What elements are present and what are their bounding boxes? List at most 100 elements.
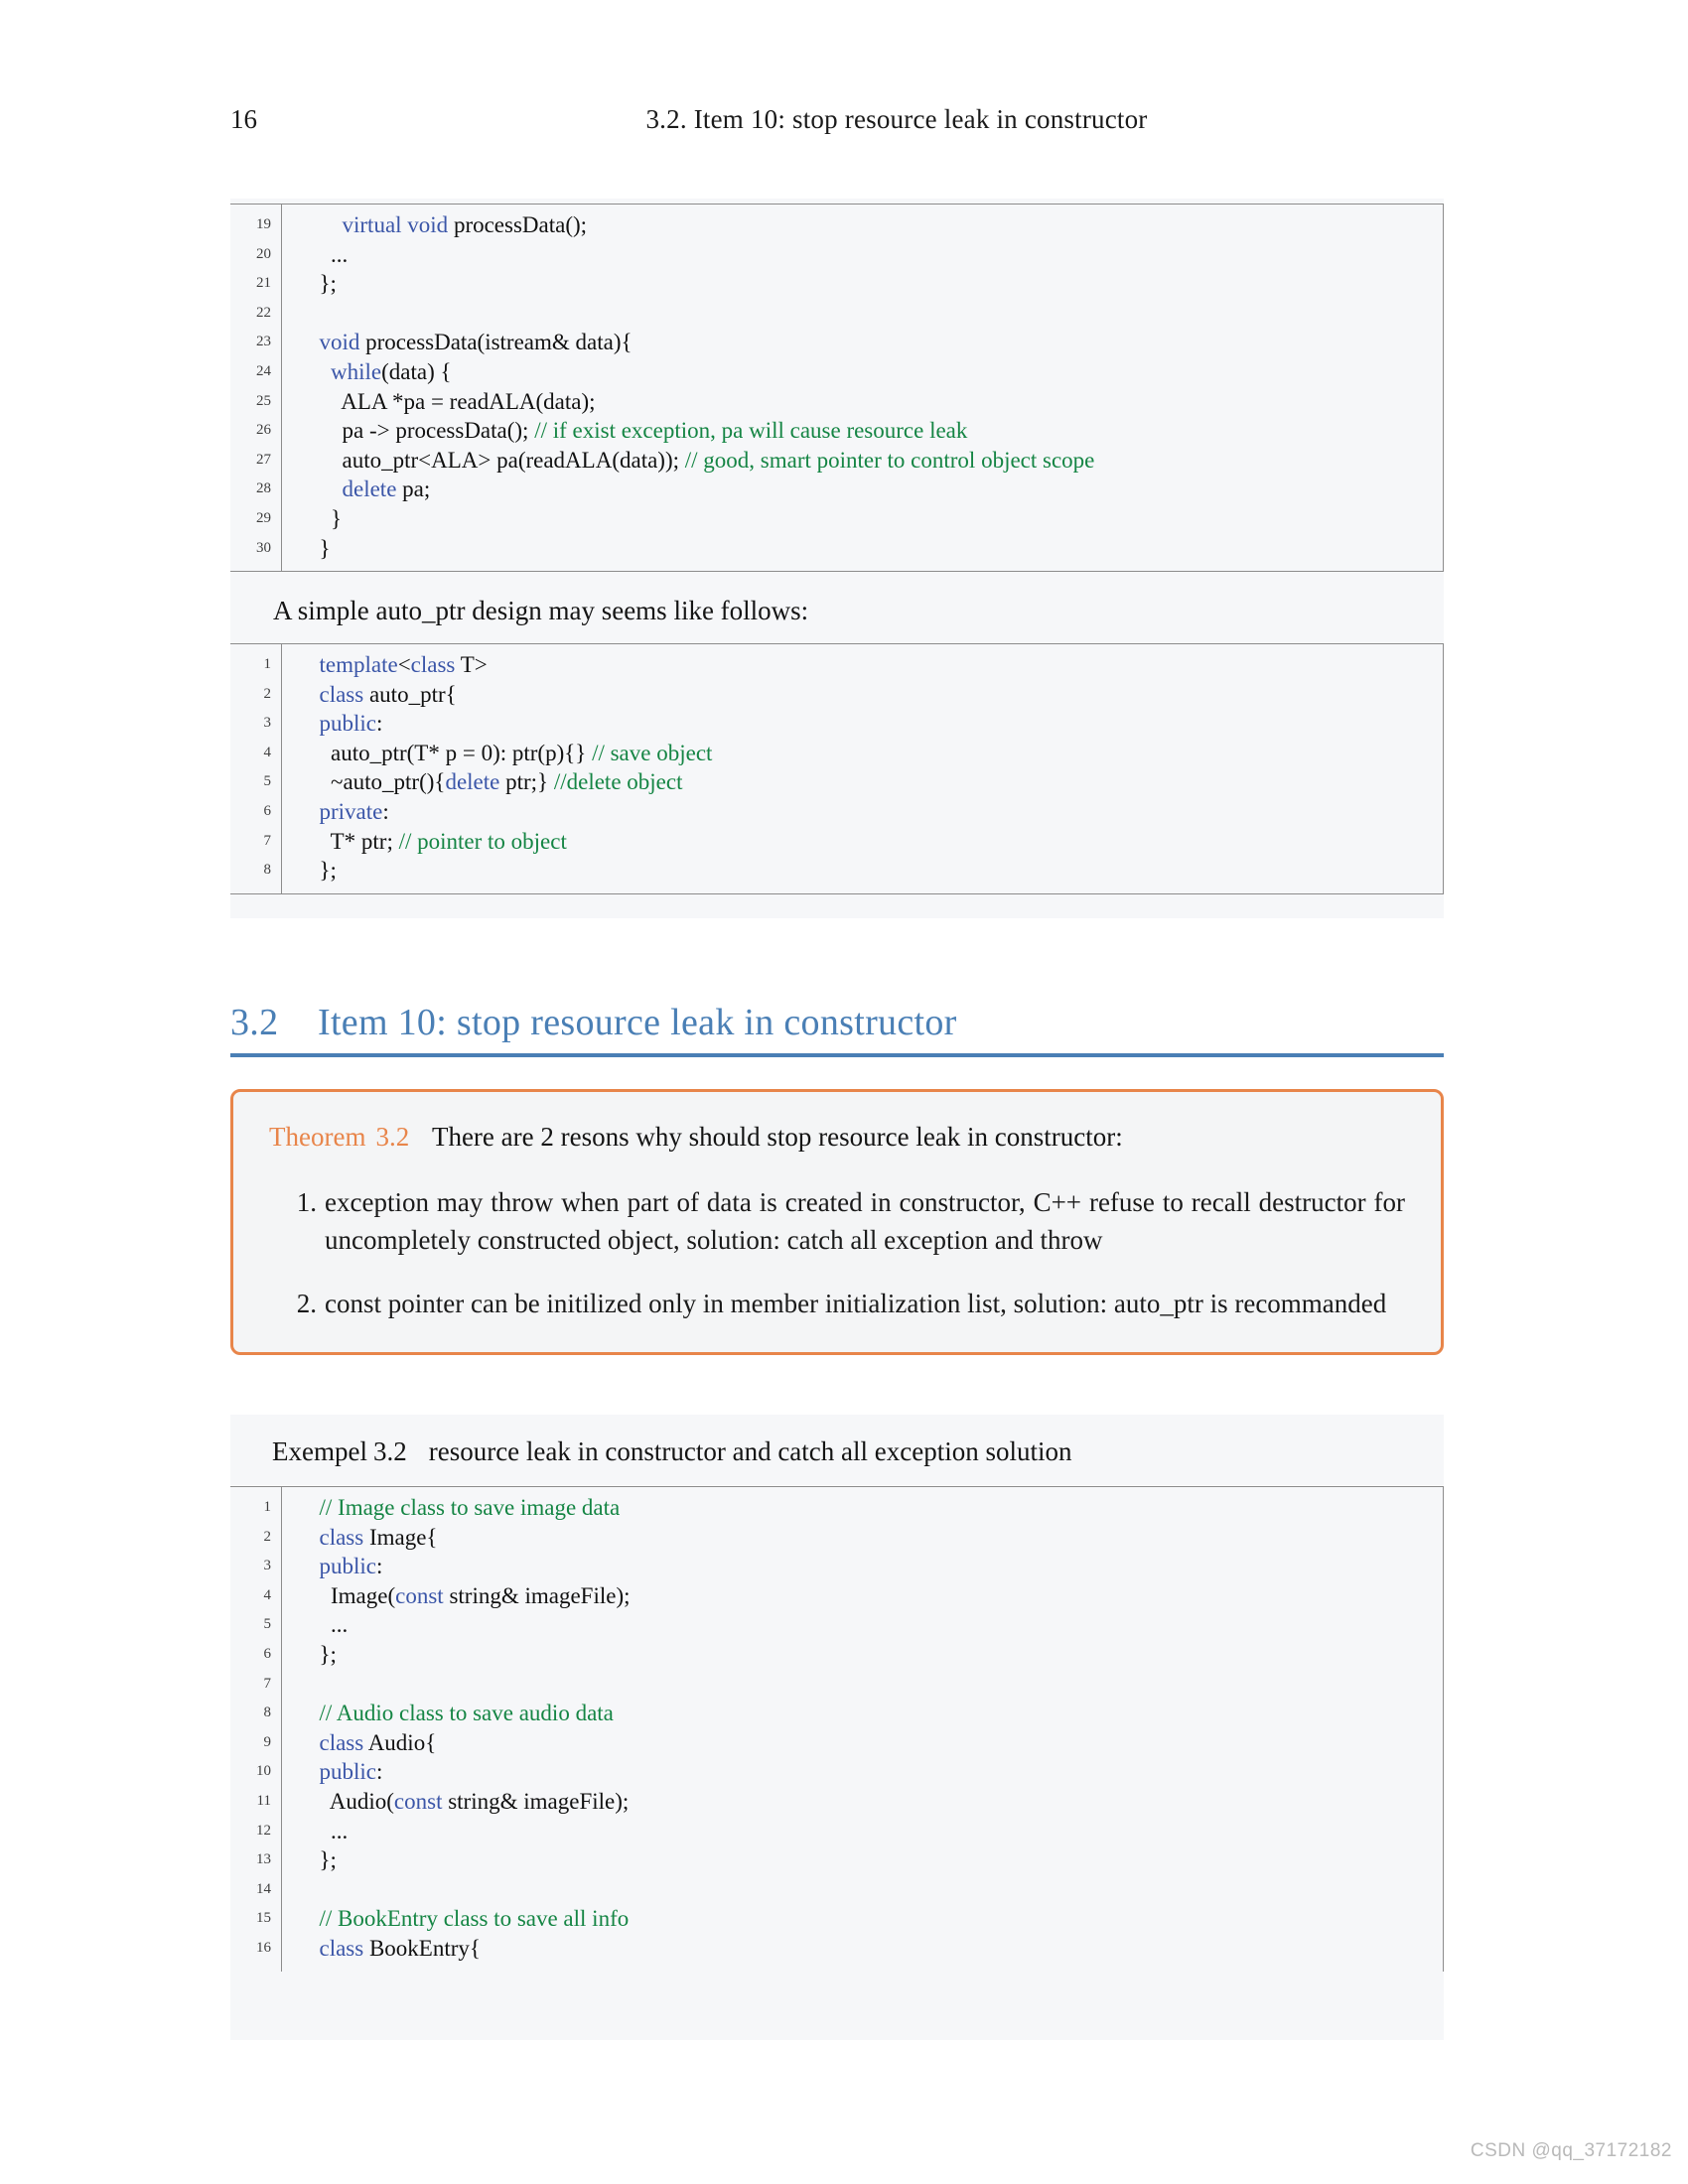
code-line: template<class T>: [308, 650, 1443, 680]
code-text: auto_ptr<ALA> pa(readALA(data));: [342, 447, 685, 473]
code-line: };: [308, 856, 1443, 886]
page-header: 16 3.2. Item 10: stop resource leak in c…: [230, 104, 1444, 135]
code-keyword: public: [319, 1759, 377, 1785]
line-number: 5: [263, 773, 272, 790]
code-line: ...: [308, 1817, 1443, 1846]
line-number: 8: [263, 862, 272, 879]
code-listing-3-code: // Image class to save image data class …: [282, 1487, 1443, 1972]
code-line: };: [308, 269, 1443, 299]
line-number: 28: [256, 480, 271, 497]
code-comment: // Image class to save image data: [319, 1495, 621, 1520]
code-text: auto_ptr{: [363, 681, 457, 707]
line-number: 6: [263, 802, 272, 819]
code-listing-1: 19 20 21 22 23 24 25 26 27 28 29 30 virtual void pr…: [230, 204, 1444, 573]
code-text: };: [319, 1847, 337, 1873]
code-text: ...: [331, 1818, 349, 1843]
code-keyword: class: [319, 681, 364, 707]
code-line: public:: [308, 709, 1443, 739]
line-number: 4: [263, 744, 272, 760]
line-number: 15: [256, 1910, 271, 1927]
code-keyword: class: [410, 652, 456, 677]
line-number: 1: [263, 1499, 272, 1515]
line-number: 19: [256, 216, 271, 232]
line-number: 5: [263, 1616, 272, 1633]
code-line: private:: [308, 797, 1443, 827]
line-number: 23: [256, 334, 271, 350]
code-keyword: const: [393, 1788, 443, 1814]
code-keyword: template: [319, 652, 398, 677]
code-text: pa;: [396, 477, 431, 502]
exempel-label: Exempel: [272, 1436, 367, 1466]
line-number: 3: [263, 1558, 272, 1574]
code-text: ALA *pa = readALA(data);: [341, 388, 596, 414]
code-keyword: virtual void: [342, 212, 449, 237]
line-number: 8: [263, 1705, 272, 1721]
line-number: 11: [256, 1792, 271, 1809]
code-line: void processData(istream& data){: [308, 328, 1443, 357]
code-text: :: [376, 1554, 383, 1579]
watermark: CSDN @qq_37172182: [1470, 2140, 1672, 2161]
running-header-title: 3.2. Item 10: stop resource leak in cons…: [645, 104, 1148, 134]
code-text: }: [319, 535, 331, 561]
code-text: Image{: [363, 1524, 438, 1550]
code-line: class Image{: [308, 1523, 1443, 1553]
theorem-item: const pointer can be initilized only in …: [281, 1285, 1387, 1322]
line-number: 7: [263, 1675, 272, 1692]
code-text: pa -> processData();: [342, 418, 535, 444]
code-comment: // Audio class to save audio data: [319, 1701, 614, 1726]
line-number: 9: [263, 1733, 272, 1750]
code-line: public:: [308, 1552, 1443, 1581]
code-text: BookEntry{: [363, 1935, 481, 1961]
code-text: };: [319, 271, 337, 297]
line-number: 10: [256, 1763, 271, 1780]
exempel-title: resource leak in constructor and catch a…: [428, 1436, 1072, 1466]
line-number: 29: [256, 509, 271, 526]
page-number: 16: [230, 104, 257, 134]
code-listing-1-frame: 19 20 21 22 23 24 25 26 27 28 29 30 virtual void pr…: [230, 204, 1444, 573]
line-number: 20: [256, 245, 271, 262]
exempel-number: 3.2: [372, 1436, 407, 1466]
code-text: :: [382, 798, 389, 824]
code-comment: //delete object: [553, 769, 683, 795]
section-title: Item 10: stop resource leak in construct…: [318, 1002, 957, 1043]
code-listing-3: 1 2 3 4 5 6 7 8 9 10 11 12 13 14 15 16 // Image class t…: [230, 1486, 1444, 2040]
theorem-lead: Theorem 3.2 There are 2 resons why should…: [269, 1118, 1405, 1156]
line-number: 14: [256, 1880, 271, 1897]
line-number: 12: [256, 1822, 271, 1839]
theorem-label-group: Theorem 3.2: [269, 1122, 416, 1152]
line-number: 30: [256, 539, 271, 556]
code-line: ...: [308, 1610, 1443, 1640]
code-listing-3-frame: 1 2 3 4 5 6 7 8 9 10 11 12 13 14 15 16 // Image class t…: [230, 1486, 1444, 1972]
code-keyword: class: [319, 1729, 364, 1755]
code-line: ~auto_ptr(){delete ptr;} //delete object: [308, 767, 1443, 797]
theorem-item-list: exception may throw when part of data is…: [269, 1183, 1405, 1322]
code-line: }: [308, 534, 1443, 564]
code-text: processData(istream& data){: [359, 330, 633, 355]
code-comment: // pointer to object: [398, 828, 567, 854]
code-line: // BookEntry class to save all info: [308, 1904, 1443, 1934]
code-line: // Audio class to save audio data: [308, 1699, 1443, 1728]
code-text: Audio(: [329, 1788, 394, 1814]
code-line: class BookEntry{: [308, 1934, 1443, 1964]
exempel-caption: Exempel 3.2 resource leak in constructor a…: [230, 1415, 1444, 1485]
code-text: };: [319, 1641, 337, 1667]
line-number: 27: [256, 451, 271, 468]
code-listing-1-gutter: 19 20 21 22 23 24 25 26 27 28 29 30: [230, 205, 282, 572]
line-number: 6: [263, 1645, 272, 1662]
code-line: // Image class to save image data: [308, 1493, 1443, 1523]
code-line: };: [308, 1845, 1443, 1875]
code-listing-2-frame: 12345678 template<class T> class auto_pt…: [230, 643, 1444, 894]
code-text: auto_ptr(T* p = 0): ptr(p){}: [331, 740, 593, 765]
line-number: 22: [256, 304, 271, 321]
code-listing-2: 12345678 template<class T> class auto_pt…: [230, 643, 1444, 894]
code-keyword: public: [319, 1554, 377, 1579]
code-line: auto_ptr<ALA> pa(readALA(data)); // good…: [308, 446, 1443, 476]
theorem-box: Theorem 3.2 There are 2 resons why should…: [230, 1089, 1444, 1355]
code-keyword: while: [331, 358, 382, 384]
code-keyword: const: [395, 1582, 444, 1608]
line-number: 16: [256, 1939, 271, 1956]
code-comment: // save object: [592, 740, 713, 765]
code-text: string& imageFile);: [443, 1582, 631, 1608]
